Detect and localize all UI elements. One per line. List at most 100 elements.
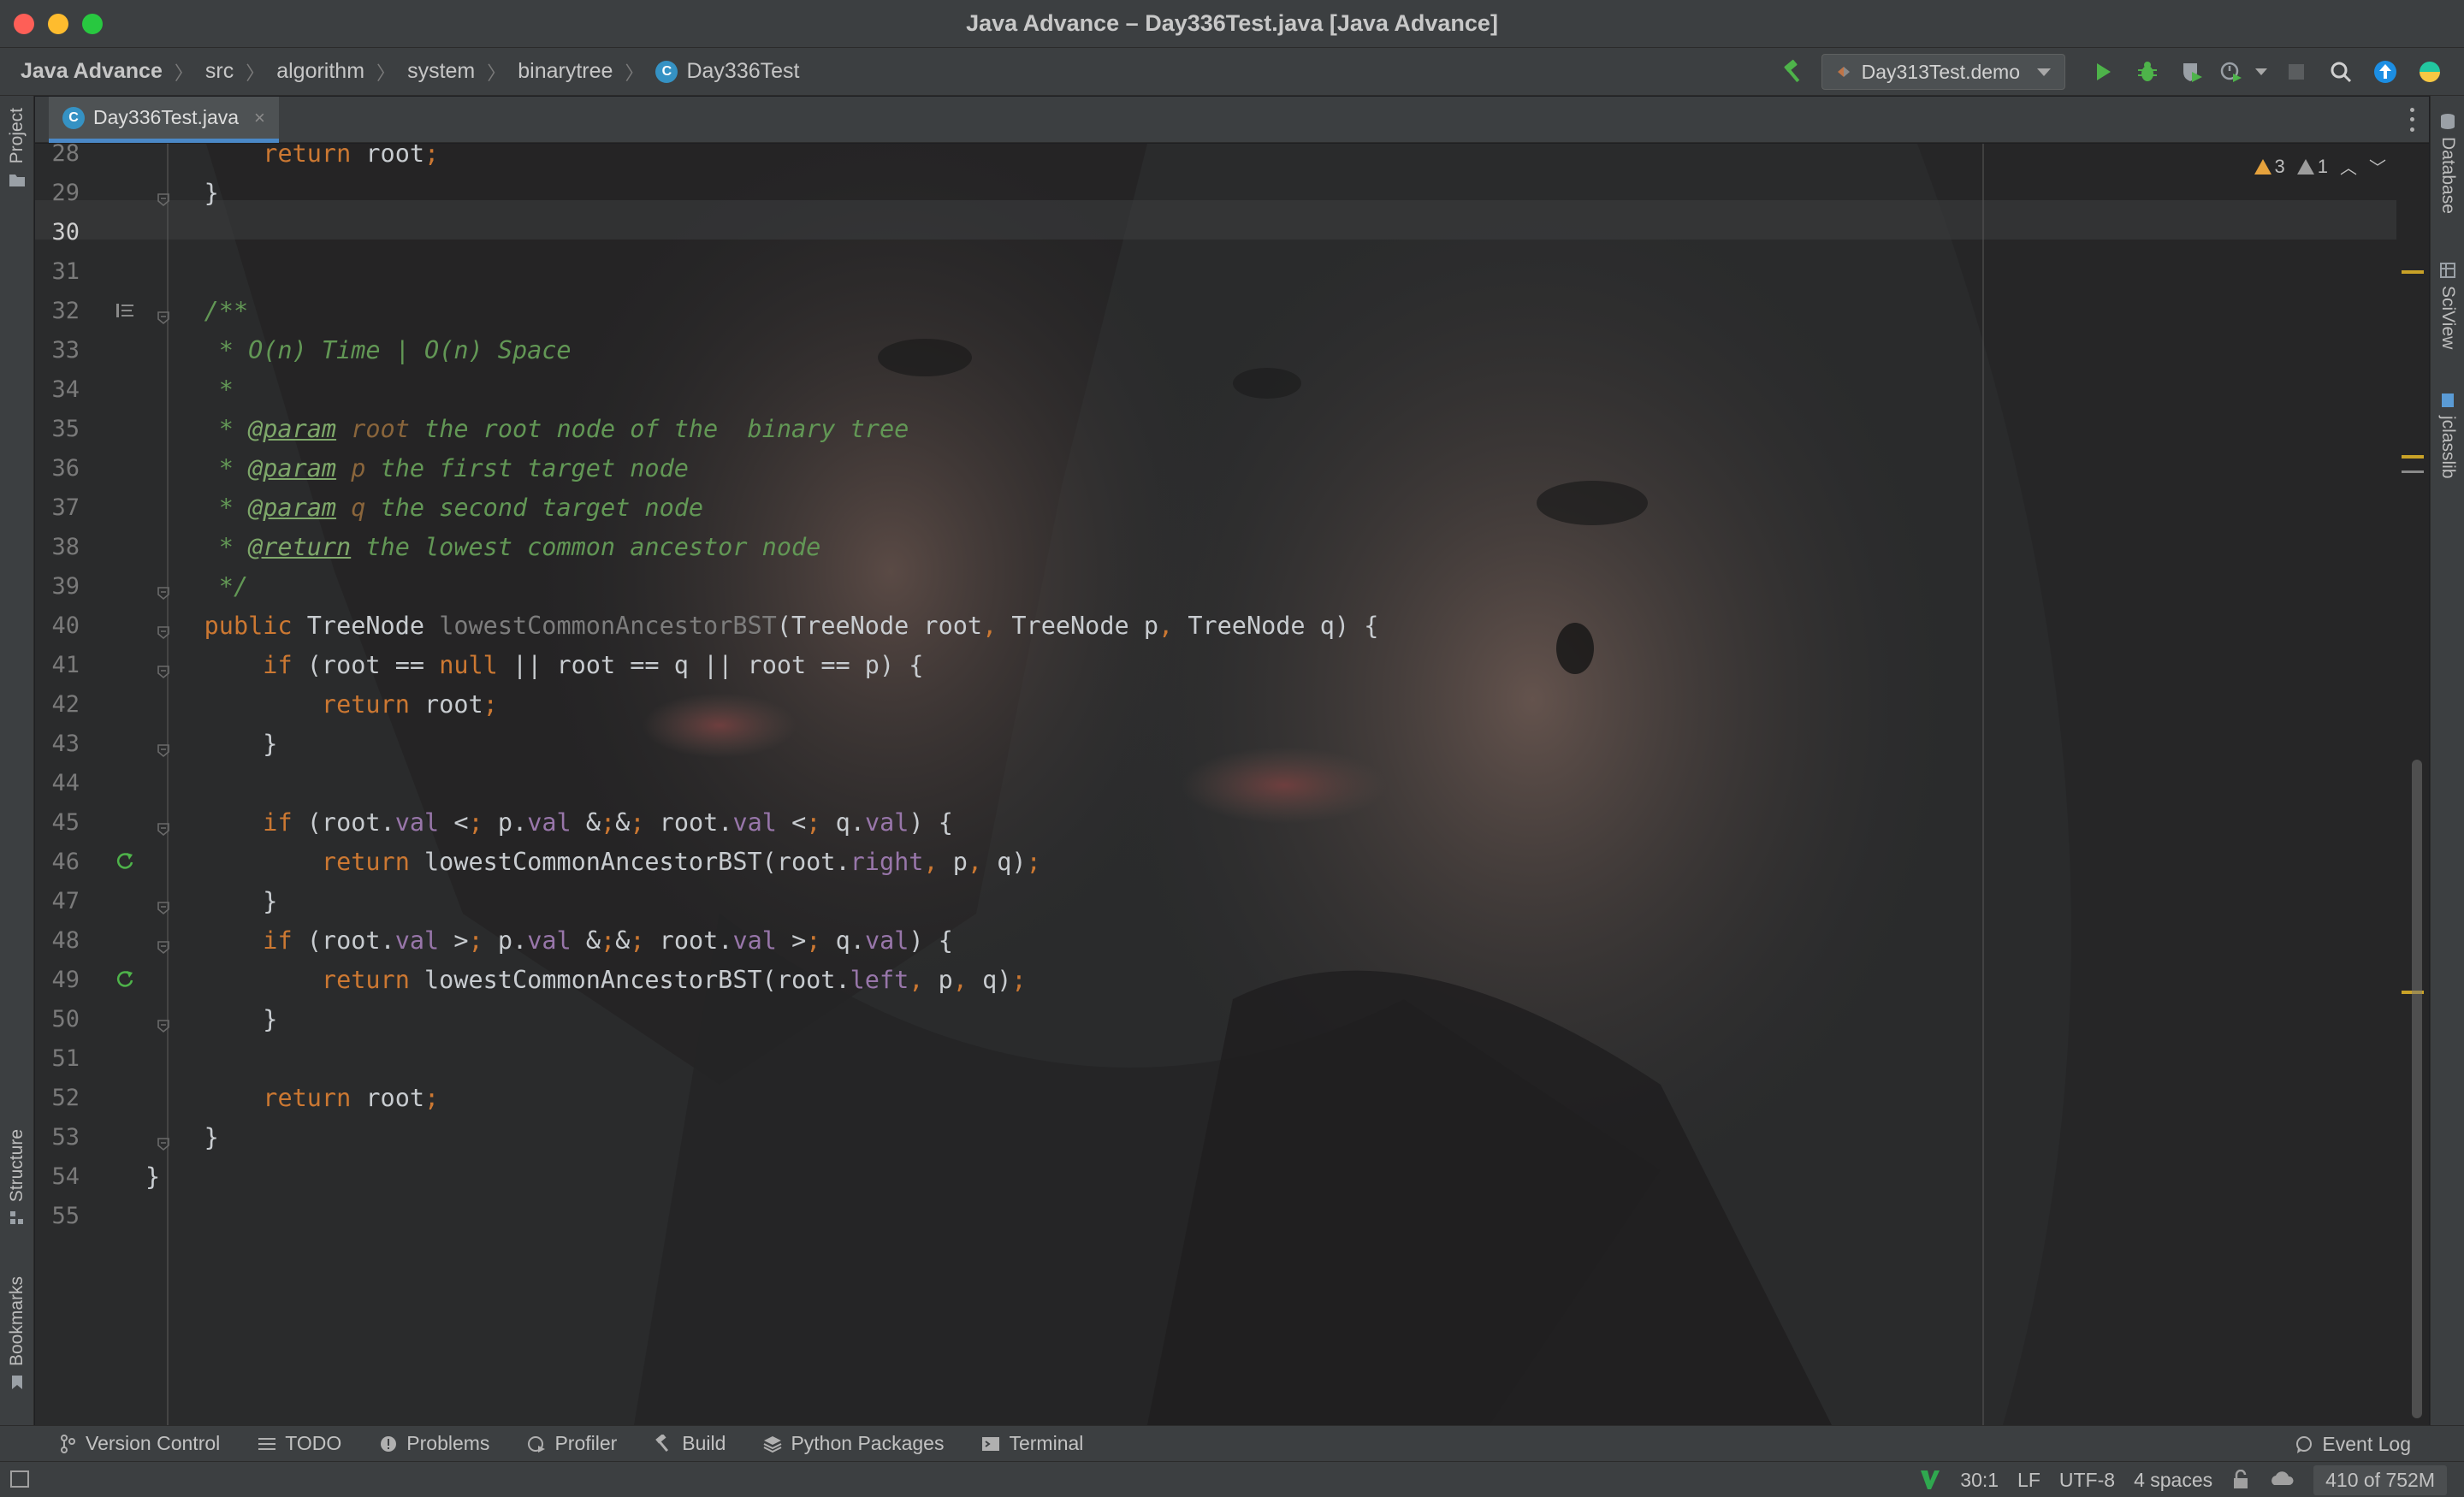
database-tool-tab[interactable]: Database xyxy=(2431,113,2464,214)
sciview-tool-tab[interactable]: SciView xyxy=(2431,262,2464,349)
update-button[interactable] xyxy=(2363,48,2408,96)
code-line[interactable]: 29 } xyxy=(35,173,2396,212)
version-control-tab[interactable]: Version Control xyxy=(58,1432,220,1455)
vertical-scrollbar[interactable] xyxy=(2412,760,2422,1418)
line-number[interactable]: 44 xyxy=(35,770,80,796)
code-line[interactable]: 31 xyxy=(35,251,2396,291)
line-number[interactable]: 42 xyxy=(35,691,80,718)
recursive-call-icon[interactable] xyxy=(114,850,136,873)
code-text[interactable]: if (root == null || root == q || root ==… xyxy=(145,651,923,679)
weak-warning-marker[interactable] xyxy=(2402,470,2424,473)
code-line[interactable]: 36 * @param p the first target node xyxy=(35,448,2396,488)
line-number[interactable]: 33 xyxy=(35,337,80,364)
code-text[interactable]: * O(n) Time | O(n) Space xyxy=(145,336,572,364)
code-line[interactable]: 38 * @return the lowest common ancestor … xyxy=(35,527,2396,566)
tab-actions-menu[interactable] xyxy=(2403,105,2420,134)
code-line[interactable]: 35 * @param root the root node of the bi… xyxy=(35,409,2396,448)
code-line[interactable]: 46 return lowestCommonAncestorBST(root.r… xyxy=(35,842,2396,881)
line-number[interactable]: 55 xyxy=(35,1203,80,1229)
caret-position[interactable]: 30:1 xyxy=(1960,1469,1999,1492)
breadcrumb-algorithm[interactable]: algorithm xyxy=(276,59,364,84)
warning-marker[interactable] xyxy=(2402,270,2424,274)
profile-button[interactable] xyxy=(2214,48,2248,96)
line-number[interactable]: 49 xyxy=(35,967,80,993)
code-text[interactable]: public TreeNode lowestCommonAncestorBST(… xyxy=(145,612,1379,640)
line-number[interactable]: 47 xyxy=(35,888,80,914)
code-text[interactable]: } xyxy=(145,1123,219,1151)
code-line[interactable]: 39 */ xyxy=(35,566,2396,606)
code-line[interactable]: 47 } xyxy=(35,881,2396,920)
code-line[interactable]: 30 xyxy=(35,212,2396,251)
doc-render-icon[interactable] xyxy=(114,299,136,322)
line-number[interactable]: 29 xyxy=(35,180,80,206)
recursive-call-icon[interactable] xyxy=(114,968,136,991)
more-run-options[interactable] xyxy=(2248,48,2274,96)
line-number[interactable]: 34 xyxy=(35,376,80,403)
cloud-settings-icon[interactable] xyxy=(2269,1470,2295,1490)
terminal-tab[interactable]: Terminal xyxy=(981,1432,1083,1455)
line-number[interactable]: 41 xyxy=(35,652,80,678)
code-text[interactable]: */ xyxy=(145,572,248,601)
breadcrumb-src[interactable]: src xyxy=(205,59,234,84)
code-text[interactable]: return root; xyxy=(145,690,498,719)
code-line[interactable]: 48 if (root.val >; p.val &;&; root.val >… xyxy=(35,920,2396,960)
warnings-count[interactable]: 3 xyxy=(2254,156,2285,178)
code-line[interactable]: 49 return lowestCommonAncestorBST(root.l… xyxy=(35,960,2396,999)
line-number[interactable]: 45 xyxy=(35,809,80,836)
code-text[interactable]: * xyxy=(145,376,234,404)
chevron-down-icon[interactable]: ﹀ xyxy=(2369,154,2386,179)
code-text[interactable]: } xyxy=(145,179,219,207)
todo-tab[interactable]: TODO xyxy=(258,1432,341,1455)
project-tool-tab[interactable]: Project xyxy=(0,108,34,187)
line-number[interactable]: 43 xyxy=(35,731,80,757)
debug-button[interactable] xyxy=(2125,48,2170,96)
line-number[interactable]: 37 xyxy=(35,494,80,521)
bookmarks-tool-tab[interactable]: Bookmarks xyxy=(0,1276,34,1390)
line-number[interactable]: 53 xyxy=(35,1124,80,1151)
line-number[interactable]: 48 xyxy=(35,927,80,954)
line-number[interactable]: 50 xyxy=(35,1006,80,1033)
code-line[interactable]: 43 } xyxy=(35,724,2396,763)
line-number[interactable]: 38 xyxy=(35,534,80,560)
code-text[interactable]: * @param q the second target node xyxy=(145,494,703,522)
line-number[interactable]: 40 xyxy=(35,612,80,639)
line-number[interactable]: 35 xyxy=(35,416,80,442)
python-packages-tab[interactable]: Python Packages xyxy=(763,1432,944,1455)
code-line[interactable]: 50 } xyxy=(35,999,2396,1038)
code-line[interactable]: 44 xyxy=(35,763,2396,802)
close-icon[interactable]: × xyxy=(254,107,265,129)
line-number[interactable]: 36 xyxy=(35,455,80,482)
line-number[interactable]: 52 xyxy=(35,1085,80,1111)
code-line[interactable]: 55 xyxy=(35,1196,2396,1235)
code-line[interactable]: 52 return root; xyxy=(35,1078,2396,1117)
warning-marker[interactable] xyxy=(2402,455,2424,459)
line-number[interactable]: 28 xyxy=(35,144,80,167)
event-log-tab[interactable]: Event Log xyxy=(2295,1433,2411,1456)
code-line[interactable]: 33 * O(n) Time | O(n) Space xyxy=(35,330,2396,370)
code-text[interactable]: } xyxy=(145,730,277,758)
plugin-button[interactable] xyxy=(2408,48,2452,96)
file-encoding[interactable]: UTF-8 xyxy=(2059,1469,2115,1492)
code-text[interactable]: return lowestCommonAncestorBST(root.left… xyxy=(145,966,1027,994)
chevron-up-icon[interactable]: ︿ xyxy=(2340,154,2357,179)
code-line[interactable]: 53 } xyxy=(35,1117,2396,1157)
indent-setting[interactable]: 4 spaces xyxy=(2134,1469,2212,1492)
run-configuration-select[interactable]: Day313Test.demo xyxy=(1821,54,2065,90)
stop-button[interactable] xyxy=(2274,48,2319,96)
line-number[interactable]: 46 xyxy=(35,849,80,875)
code-line[interactable]: 51 xyxy=(35,1038,2396,1078)
line-number[interactable]: 31 xyxy=(35,258,80,285)
breadcrumb-system[interactable]: system xyxy=(407,59,475,84)
lock-icon[interactable] xyxy=(2231,1470,2250,1490)
structure-tool-tab[interactable]: Structure xyxy=(0,1129,34,1226)
problems-tab[interactable]: Problems xyxy=(379,1432,489,1455)
build-button[interactable] xyxy=(1772,48,1816,96)
code-line[interactable]: 41 if (root == null || root == q || root… xyxy=(35,645,2396,684)
code-text[interactable]: } xyxy=(145,887,277,915)
search-everywhere-button[interactable] xyxy=(2319,48,2363,96)
code-text[interactable]: * @return the lowest common ancestor nod… xyxy=(145,533,821,561)
toggle-tool-windows-icon[interactable] xyxy=(10,1470,29,1488)
line-number[interactable]: 39 xyxy=(35,573,80,600)
breadcrumb-project[interactable]: Java Advance xyxy=(21,59,163,84)
line-separator[interactable]: LF xyxy=(2017,1469,2040,1492)
